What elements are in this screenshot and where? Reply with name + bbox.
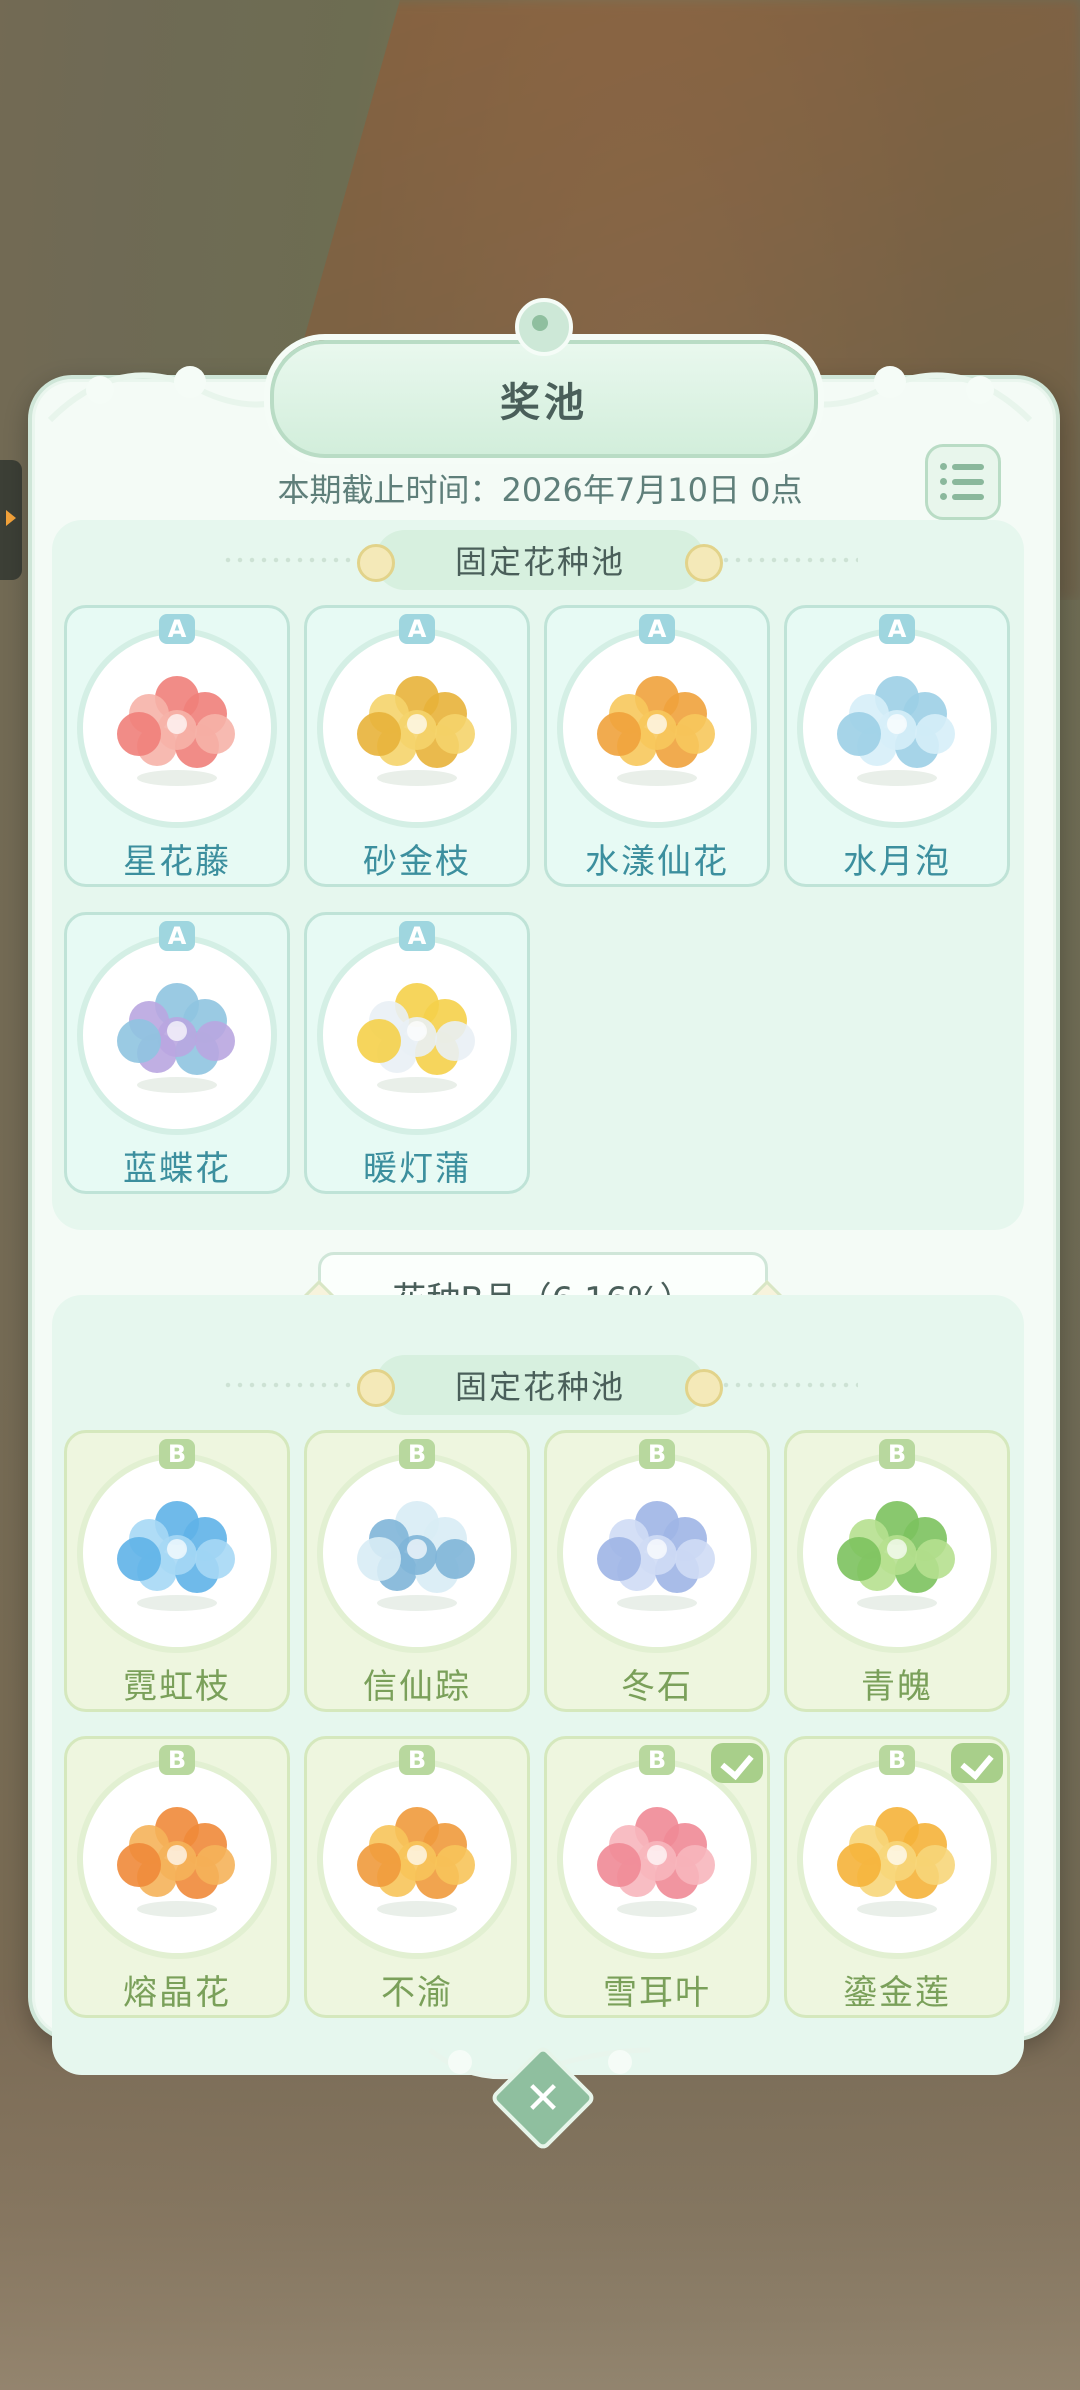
- flower-name: 星花藤: [123, 842, 231, 882]
- grade-badge: A: [399, 614, 435, 644]
- flower-name: 青魄: [861, 1667, 933, 1707]
- golden-lotus-icon: [837, 1807, 955, 1917]
- orange-lily-bush-icon: [597, 676, 715, 786]
- dotted-divider: [708, 557, 858, 563]
- grade-badge: A: [639, 614, 675, 644]
- owned-check-icon: [711, 1743, 763, 1783]
- title-flower-icon: [515, 298, 573, 356]
- flower-card[interactable]: B 熔晶花: [64, 1736, 290, 2018]
- heart-vine-flower-icon: [117, 676, 235, 786]
- flower-name: 蓝蝶花: [123, 1149, 231, 1189]
- flower-name: 信仙踪: [363, 1667, 471, 1707]
- title-plate: 奖池: [270, 340, 818, 458]
- flower-name: 雪耳叶: [603, 1973, 711, 2013]
- flower-card[interactable]: A 水月泡: [784, 605, 1010, 887]
- flower-name: 砂金枝: [363, 842, 471, 882]
- yellow-lantern-flower-icon: [357, 983, 475, 1093]
- deadline-text: 本期截止时间：2026年7月10日 0点: [277, 471, 803, 509]
- grade-badge: A: [159, 614, 195, 644]
- flower-card[interactable]: B 青魄: [784, 1430, 1010, 1712]
- grade-badge: B: [639, 1745, 675, 1775]
- flower-card[interactable]: B 冬石: [544, 1430, 770, 1712]
- bubble-cluster-icon: [837, 676, 955, 786]
- fixed-pool-label: 固定花种池: [357, 530, 723, 590]
- blue-butterfly-flower-icon: [117, 983, 235, 1093]
- grade-badge: B: [639, 1439, 675, 1469]
- grade-badge: B: [879, 1439, 915, 1469]
- flower-card[interactable]: A 暖灯蒲: [304, 912, 530, 1194]
- list-icon: [940, 463, 947, 470]
- flower-card[interactable]: B 信仙踪: [304, 1430, 530, 1712]
- orange-bloom-bush-icon: [357, 1807, 475, 1917]
- grade-badge: B: [399, 1439, 435, 1469]
- flower-card[interactable]: B 雪耳叶: [544, 1736, 770, 2018]
- dotted-divider: [222, 1382, 372, 1388]
- pink-leaf-plant-icon: [597, 1807, 715, 1917]
- grade-badge: B: [399, 1745, 435, 1775]
- flower-card[interactable]: B 不渝: [304, 1736, 530, 2018]
- grade-badge: B: [159, 1439, 195, 1469]
- flower-card[interactable]: A 蓝蝶花: [64, 912, 290, 1194]
- flower-card[interactable]: B 鎏金莲: [784, 1736, 1010, 2018]
- flower-card[interactable]: A 砂金枝: [304, 605, 530, 887]
- flower-card[interactable]: A 水漾仙花: [544, 605, 770, 887]
- flower-name: 熔晶花: [123, 1973, 231, 2013]
- grade-badge: B: [879, 1745, 915, 1775]
- gold-star-flower-icon: [357, 676, 475, 786]
- page-title: 奖池: [500, 380, 588, 426]
- grade-badge: A: [879, 614, 915, 644]
- flower-card[interactable]: B 霓虹枝: [64, 1430, 290, 1712]
- close-icon: ✕: [524, 2072, 562, 2124]
- flower-name: 冬石: [621, 1667, 693, 1707]
- flower-name: 不渝: [381, 1973, 453, 2013]
- orange-rose-cluster-icon: [117, 1807, 235, 1917]
- flower-name: 鎏金莲: [843, 1973, 951, 2013]
- flower-card[interactable]: A 星花藤: [64, 605, 290, 887]
- flower-name: 暖灯蒲: [363, 1149, 471, 1189]
- blue-heart-flower-icon: [117, 1501, 235, 1611]
- owned-check-icon: [951, 1743, 1003, 1783]
- grade-badge: A: [399, 921, 435, 951]
- grade-badge: B: [159, 1745, 195, 1775]
- flower-name: 水漾仙花: [585, 842, 729, 882]
- dotted-divider: [222, 557, 372, 563]
- list-menu-button[interactable]: [925, 444, 1001, 520]
- dotted-divider: [708, 1382, 858, 1388]
- crystal-sphere-icon: [597, 1501, 715, 1611]
- flower-name: 水月泡: [843, 842, 951, 882]
- grade-badge: A: [159, 921, 195, 951]
- flower-name: 霓虹枝: [123, 1667, 231, 1707]
- white-blossom-bush-icon: [357, 1501, 475, 1611]
- aloe-plant-icon: [837, 1501, 955, 1611]
- fixed-pool-label: 固定花种池: [357, 1355, 723, 1415]
- expand-arrow-icon: [6, 510, 16, 526]
